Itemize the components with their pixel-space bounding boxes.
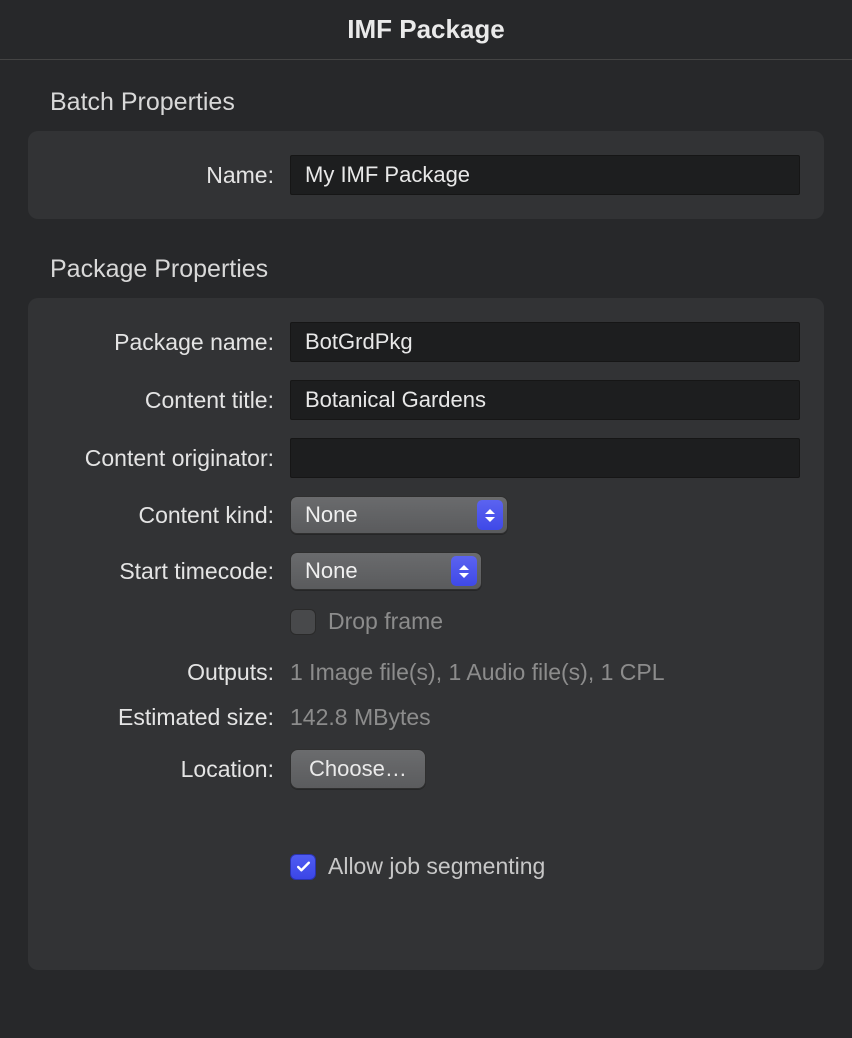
up-down-icon — [477, 500, 503, 530]
start-timecode-value: None — [305, 558, 368, 584]
package-properties-panel: Package name: Content title: Content ori… — [28, 298, 824, 970]
drop-frame-checkbox[interactable] — [290, 609, 316, 635]
window-title: IMF Package — [0, 0, 852, 60]
start-timecode-select[interactable]: None — [290, 552, 482, 590]
content-originator-input[interactable] — [290, 438, 800, 478]
drop-frame-label: Drop frame — [328, 608, 443, 635]
content-area: Batch Properties Name: Package Propertie… — [0, 60, 852, 970]
name-input[interactable] — [290, 155, 800, 195]
content-kind-label: Content kind: — [28, 502, 290, 529]
allow-segmenting-checkbox[interactable] — [290, 854, 316, 880]
content-title-label: Content title: — [28, 387, 290, 414]
batch-properties-heading: Batch Properties — [50, 88, 824, 117]
choose-location-button[interactable]: Choose… — [290, 749, 426, 789]
package-name-label: Package name: — [28, 329, 290, 356]
allow-segmenting-label: Allow job segmenting — [328, 853, 545, 880]
content-originator-label: Content originator: — [28, 445, 290, 472]
content-kind-select[interactable]: None — [290, 496, 508, 534]
outputs-label: Outputs: — [28, 659, 290, 686]
batch-properties-panel: Name: — [28, 131, 824, 219]
outputs-value: 1 Image file(s), 1 Audio file(s), 1 CPL — [290, 659, 665, 686]
estimated-size-label: Estimated size: — [28, 704, 290, 731]
start-timecode-label: Start timecode: — [28, 558, 290, 585]
content-kind-value: None — [305, 502, 368, 528]
location-label: Location: — [28, 756, 290, 783]
package-properties-heading: Package Properties — [50, 255, 824, 284]
content-title-input[interactable] — [290, 380, 800, 420]
estimated-size-value: 142.8 MBytes — [290, 704, 431, 731]
package-name-input[interactable] — [290, 322, 800, 362]
up-down-icon — [451, 556, 477, 586]
name-label: Name: — [28, 162, 290, 189]
